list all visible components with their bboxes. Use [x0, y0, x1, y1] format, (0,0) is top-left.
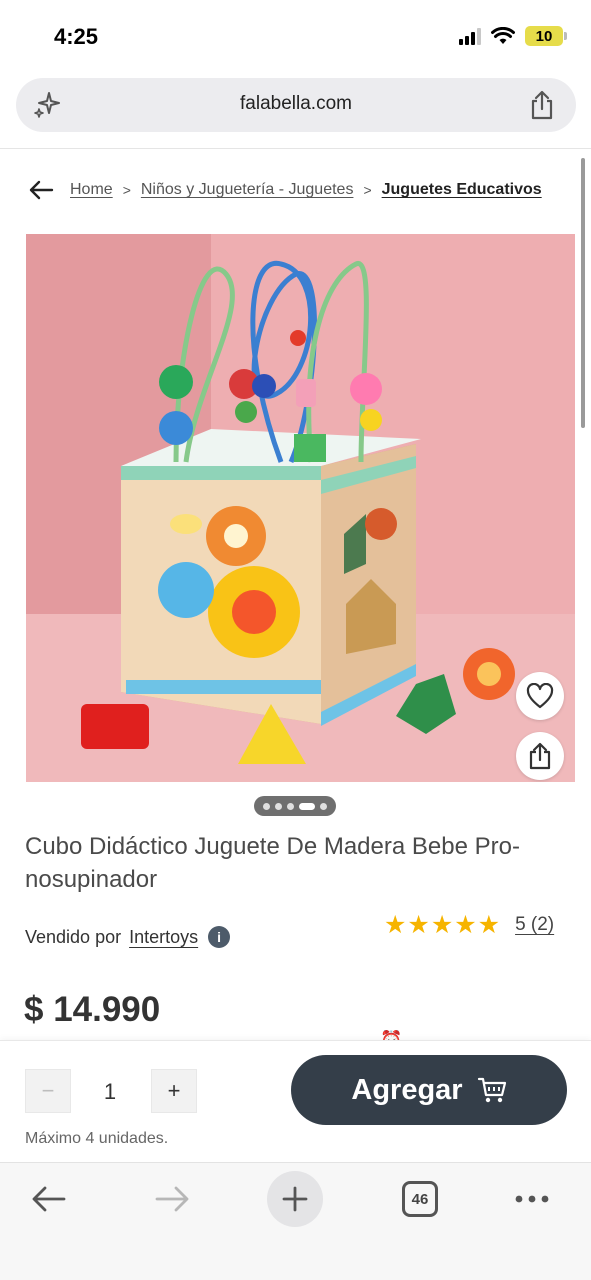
arrow-left-icon: [32, 1186, 66, 1212]
rating-stars: ★★★★★: [384, 911, 502, 939]
url-bar[interactable]: falabella.com: [16, 78, 576, 132]
url-text[interactable]: falabella.com: [16, 93, 576, 115]
share-icon[interactable]: [528, 90, 556, 120]
status-time: 4:25: [54, 24, 99, 49]
arrow-left-icon[interactable]: [28, 179, 54, 201]
purchase-bar: − 1 + Máximo 4 unidades. Agregar: [0, 1040, 591, 1162]
tabs-button[interactable]: 46: [400, 1171, 440, 1227]
seller-prefix: Vendido por: [25, 926, 122, 947]
favorite-button[interactable]: [516, 672, 564, 720]
back-button[interactable]: [28, 1171, 68, 1227]
image-carousel-indicator[interactable]: [254, 796, 336, 816]
more-menu-button[interactable]: [512, 1171, 552, 1227]
max-units-note: Máximo 4 unidades.: [25, 1130, 169, 1147]
add-to-cart-label: Agregar: [351, 1073, 463, 1106]
carousel-dot[interactable]: [275, 802, 282, 810]
breadcrumb-separator: >: [122, 182, 131, 198]
status-bar: 4:25 10: [0, 0, 591, 72]
quantity-increase-button[interactable]: +: [151, 1069, 197, 1113]
carousel-dot[interactable]: [320, 802, 327, 810]
battery-indicator: 10: [525, 26, 567, 46]
seller-link[interactable]: Intertoys: [129, 927, 198, 948]
share-product-button[interactable]: [516, 732, 564, 780]
breadcrumb-subcategory[interactable]: Juguetes Educativos: [382, 181, 542, 199]
forward-button[interactable]: [153, 1171, 193, 1227]
product-photo: [26, 234, 575, 782]
carousel-dot[interactable]: [287, 802, 294, 810]
quantity-value: 1: [103, 1079, 117, 1104]
product-price: $ 14.990: [24, 990, 161, 1029]
more-icon: [515, 1195, 549, 1203]
carousel-dot[interactable]: [263, 802, 270, 810]
arrow-right-icon: [155, 1186, 189, 1212]
cellular-signal-icon: [459, 27, 481, 45]
product-title: Cubo Didáctico Juguete De Madera Bebe Pr…: [25, 833, 520, 893]
heart-icon: [526, 683, 554, 709]
cart-icon: [477, 1077, 506, 1103]
add-to-cart-button[interactable]: Agregar: [291, 1055, 567, 1125]
wifi-icon: [491, 27, 515, 44]
carousel-dot-active[interactable]: [299, 802, 315, 810]
rating-link[interactable]: 5 (2): [515, 914, 554, 936]
browser-toolbar: 46: [0, 1162, 591, 1280]
seller-info: Vendido por Intertoys i: [25, 926, 231, 948]
breadcrumb-home[interactable]: Home: [70, 181, 113, 199]
breadcrumb-category[interactable]: Niños y Juguetería - Juguetes: [141, 181, 354, 199]
breadcrumb-separator: >: [363, 182, 372, 198]
tabs-count: 46: [402, 1181, 438, 1217]
info-icon[interactable]: i: [208, 926, 231, 948]
share-icon: [529, 742, 551, 770]
quantity-decrease-button[interactable]: −: [25, 1069, 71, 1113]
stock-label-partial: ⏰ ▬▬▬▬▬▬ ▬▬▬▬▬: [380, 1030, 591, 1040]
product-image[interactable]: [26, 234, 575, 782]
plus-icon: [267, 1171, 323, 1227]
new-tab-button[interactable]: [267, 1171, 323, 1227]
status-icons: 10: [459, 26, 567, 46]
scrollbar[interactable]: [581, 158, 585, 428]
breadcrumb: Home > Niños y Juguetería - Juguetes > J…: [28, 179, 542, 201]
product-rating[interactable]: ★★★★★ 5 (2): [384, 910, 554, 940]
